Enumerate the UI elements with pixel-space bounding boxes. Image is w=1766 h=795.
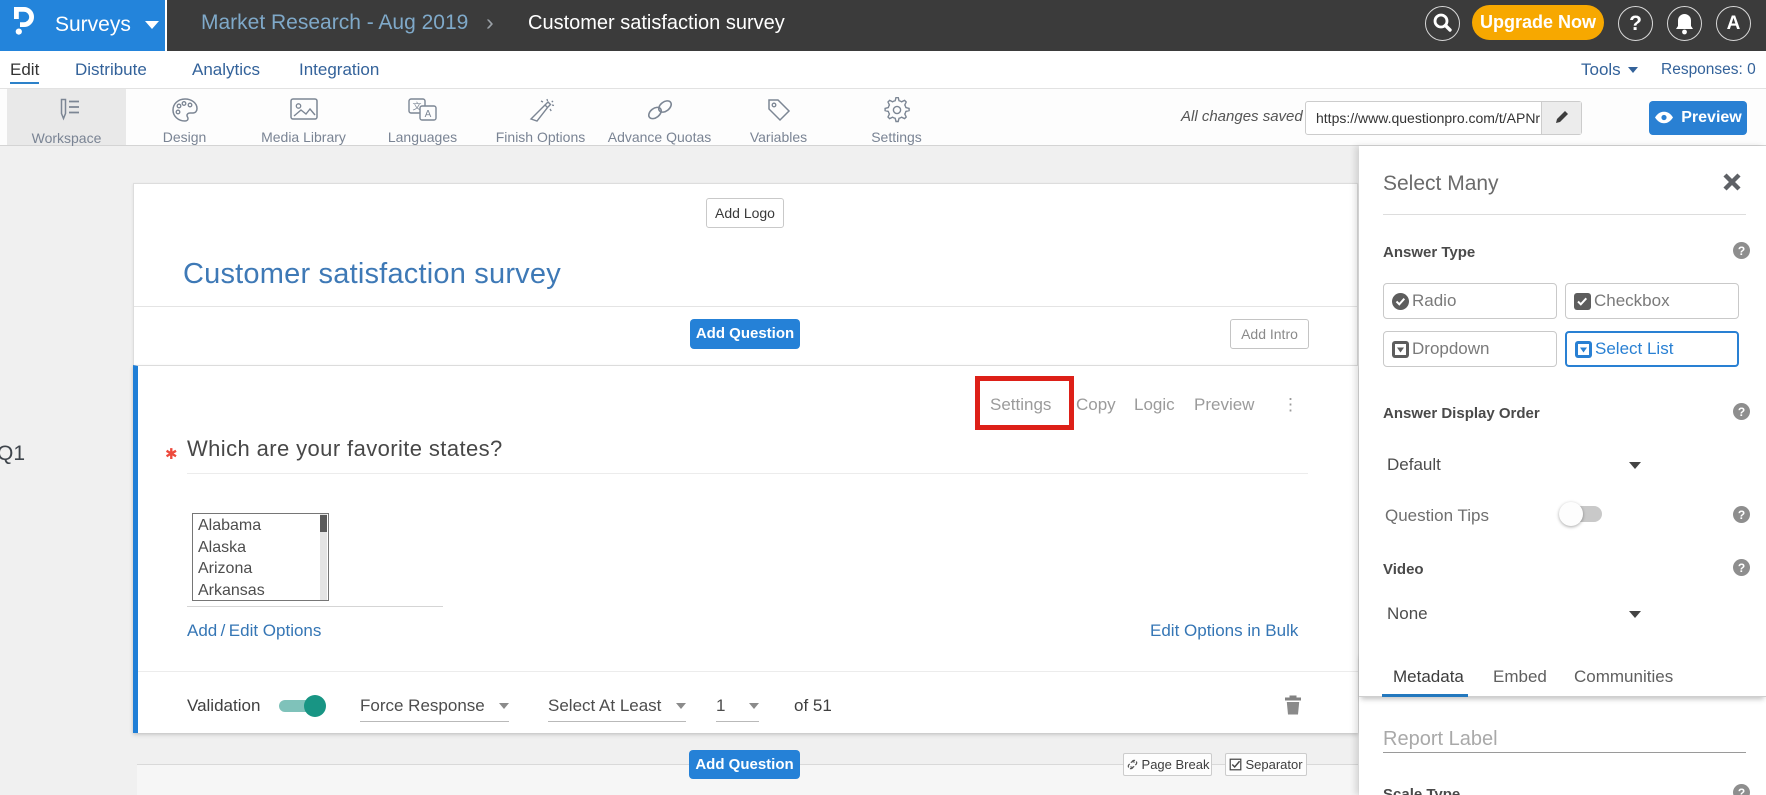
svg-text:?: ? xyxy=(1738,508,1745,522)
svg-text:?: ? xyxy=(1738,244,1745,258)
svg-text:A: A xyxy=(424,109,431,120)
svg-text:?: ? xyxy=(1738,561,1745,575)
svg-text:?: ? xyxy=(1738,405,1745,419)
svg-text:?: ? xyxy=(1738,786,1745,795)
